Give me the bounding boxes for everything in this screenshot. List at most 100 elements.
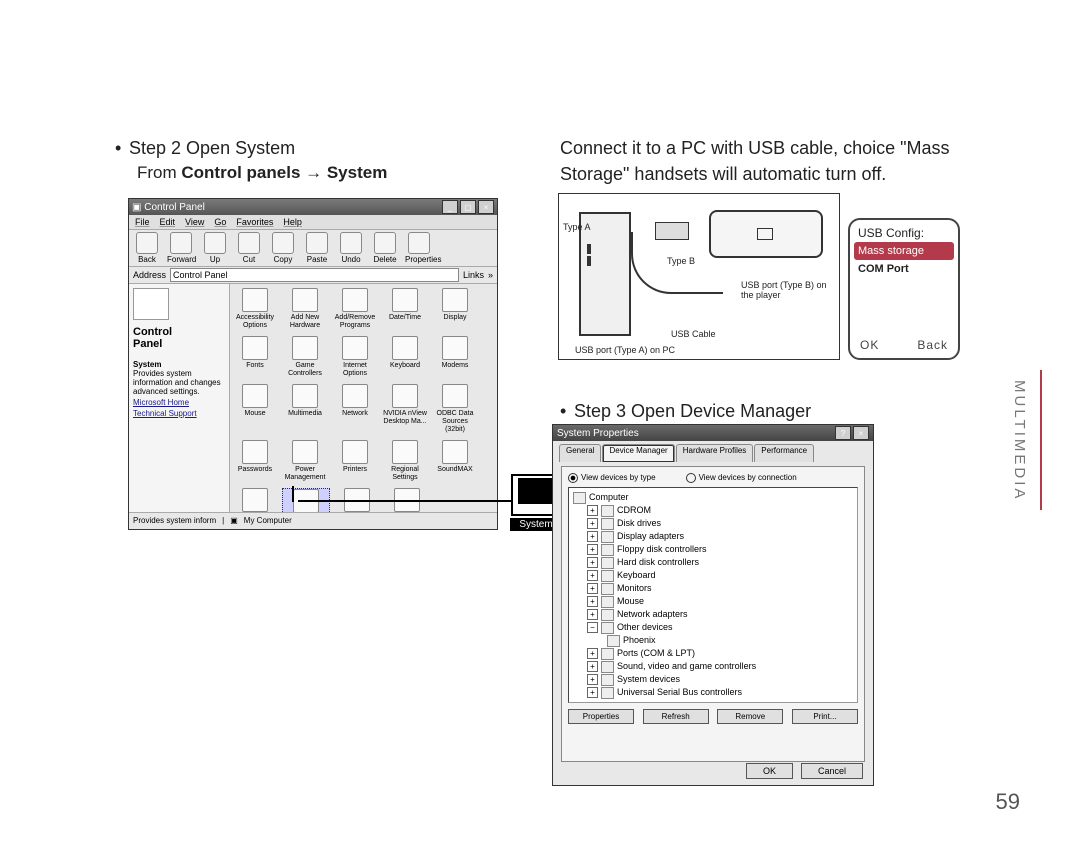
tree-item[interactable]: + Disk drives <box>587 517 853 530</box>
tree-item[interactable]: + Sound, video and game controllers <box>587 660 853 673</box>
step2-heading: •Step 2 Open System <box>115 135 535 161</box>
cp-hero-icon <box>133 288 169 320</box>
cp-icon-add-new-hardware[interactable]: Add New Hardware <box>282 288 328 330</box>
forward-button[interactable]: Forward <box>167 232 195 264</box>
device-icon <box>601 544 614 556</box>
cp-side-panel: Control Panel SystemProvides system info… <box>129 284 230 512</box>
sp-tabs[interactable]: General Device Manager Hardware Profiles… <box>553 441 873 462</box>
computer-icon <box>573 492 586 504</box>
cp-icon-area[interactable]: Accessibility OptionsAdd New HardwareAdd… <box>230 284 497 512</box>
tab-hardware-profiles[interactable]: Hardware Profiles <box>676 444 754 462</box>
cp-icon-date-time[interactable]: Date/Time <box>382 288 428 330</box>
cp-icon-passwords[interactable]: Passwords <box>232 440 278 482</box>
properties-button[interactable]: Properties <box>405 232 433 264</box>
device-icon <box>601 557 614 569</box>
right-paragraph: Connect it to a PC with USB cable, choic… <box>560 135 980 187</box>
tree-item[interactable]: + Mouse <box>587 595 853 608</box>
softkey-back[interactable]: Back <box>917 338 948 352</box>
tree-item[interactable]: + CDROM <box>587 504 853 517</box>
cp-icon-odbc-data-sources-32bit-[interactable]: ODBC Data Sources (32bit) <box>432 384 478 434</box>
tree-item[interactable]: − Other devices <box>587 621 853 634</box>
tree-item[interactable]: + Monitors <box>587 582 853 595</box>
cp-icon-multimedia[interactable]: Multimedia <box>282 384 328 434</box>
properties-button[interactable]: Properties <box>568 709 634 724</box>
player-icon <box>709 210 823 258</box>
cp-icon-printers[interactable]: Printers <box>332 440 378 482</box>
cp-icon-power-management[interactable]: Power Management <box>282 440 328 482</box>
close-icon[interactable]: × <box>478 200 494 214</box>
sp-view-mode[interactable]: View devices by type View devices by con… <box>568 473 858 483</box>
delete-button[interactable]: Delete <box>371 232 399 264</box>
tab-general[interactable]: General <box>559 444 601 462</box>
mass-storage-option[interactable]: Mass storage <box>854 242 954 260</box>
cp-icon-add-remove-programs[interactable]: Add/Remove Programs <box>332 288 378 330</box>
device-icon <box>601 674 614 686</box>
cp-icon-mouse[interactable]: Mouse <box>232 384 278 434</box>
section-label: MULTIMEDIA <box>1011 380 1028 501</box>
back-button[interactable]: Back <box>133 232 161 264</box>
refresh-button[interactable]: Refresh <box>643 709 709 724</box>
cp-addressbar[interactable]: Address Links» <box>129 267 497 284</box>
tree-item[interactable]: + Hard disk controllers <box>587 556 853 569</box>
tab-performance[interactable]: Performance <box>754 444 814 462</box>
tree-item[interactable]: + Universal Serial Bus controllers <box>587 686 853 699</box>
folder-icon: ▣ <box>132 202 141 213</box>
cp-titlebar: ▣ Control Panel _ ▢ × <box>129 199 497 215</box>
minimize-icon[interactable]: _ <box>442 200 458 214</box>
address-input[interactable] <box>170 268 459 282</box>
cp-icon-internet-options[interactable]: Internet Options <box>332 336 378 378</box>
close-icon[interactable]: × <box>853 426 869 440</box>
tree-item[interactable]: + System devices <box>587 673 853 686</box>
up-button[interactable]: Up <box>201 232 229 264</box>
device-icon <box>601 583 614 595</box>
tree-item[interactable]: + Ports (COM & LPT) <box>587 647 853 660</box>
ok-button[interactable]: OK <box>746 763 793 779</box>
callout-arrow <box>298 500 512 502</box>
tree-item[interactable]: + Keyboard <box>587 569 853 582</box>
help-icon[interactable]: ? <box>835 426 851 440</box>
device-tree[interactable]: Computer+ CDROM+ Disk drives+ Display ad… <box>568 487 858 703</box>
tree-item[interactable]: + Floppy disk controllers <box>587 543 853 556</box>
remove-button[interactable]: Remove <box>717 709 783 724</box>
page-number: 59 <box>996 789 1020 815</box>
tree-root[interactable]: Computer <box>573 491 853 504</box>
usb-config-title: USB Config: <box>850 220 958 242</box>
cp-icon-modems[interactable]: Modems <box>432 336 478 378</box>
cancel-button[interactable]: Cancel <box>801 763 863 779</box>
cp-icon-display[interactable]: Display <box>432 288 478 330</box>
cp-statusbar: Provides system inform | ▣ My Computer <box>129 512 497 527</box>
phone-screen: USB Config: Mass storage COM Port OK Bac… <box>848 218 960 360</box>
device-icon <box>601 609 614 621</box>
cp-menubar[interactable]: FileEditViewGoFavoritesHelp <box>129 215 497 230</box>
tree-item[interactable]: + Display adapters <box>587 530 853 543</box>
ms-home-link[interactable]: Microsoft Home <box>133 398 225 407</box>
paste-button[interactable]: Paste <box>303 232 331 264</box>
copy-button[interactable]: Copy <box>269 232 297 264</box>
device-icon <box>601 596 614 608</box>
radio-by-connection[interactable]: View devices by connection <box>686 473 797 483</box>
cp-icon-regional-settings[interactable]: Regional Settings <box>382 440 428 482</box>
cp-icon-game-controllers[interactable]: Game Controllers <box>282 336 328 378</box>
cp-icon-fonts[interactable]: Fonts <box>232 336 278 378</box>
device-icon <box>601 622 614 634</box>
com-port-option[interactable]: COM Port <box>850 260 958 278</box>
radio-by-type[interactable]: View devices by type <box>568 473 656 483</box>
print-button[interactable]: Print... <box>792 709 858 724</box>
cp-icon-keyboard[interactable]: Keyboard <box>382 336 428 378</box>
cp-icon-accessibility-options[interactable]: Accessibility Options <box>232 288 278 330</box>
cp-icon-nvidia-nview-desktop-ma-[interactable]: NVIDIA nView Desktop Ma... <box>382 384 428 434</box>
device-icon <box>601 661 614 673</box>
tree-item[interactable]: Phoenix <box>607 634 853 647</box>
cp-icon-network[interactable]: Network <box>332 384 378 434</box>
tree-item[interactable]: + Network adapters <box>587 608 853 621</box>
cp-icon-sounds[interactable]: Sounds <box>232 488 278 512</box>
undo-button[interactable]: Undo <box>337 232 365 264</box>
cp-toolbar[interactable]: Back Forward Up Cut Copy Paste Undo Dele… <box>129 230 497 267</box>
cp-icon-soundmax[interactable]: SoundMAX <box>432 440 478 482</box>
system-properties-window: System Properties ? × General Device Man… <box>552 424 874 786</box>
tab-device-manager[interactable]: Device Manager <box>602 444 674 462</box>
cut-button[interactable]: Cut <box>235 232 263 264</box>
softkey-ok[interactable]: OK <box>860 338 879 352</box>
tech-support-link[interactable]: Technical Support <box>133 409 225 418</box>
maximize-icon[interactable]: ▢ <box>460 200 476 214</box>
